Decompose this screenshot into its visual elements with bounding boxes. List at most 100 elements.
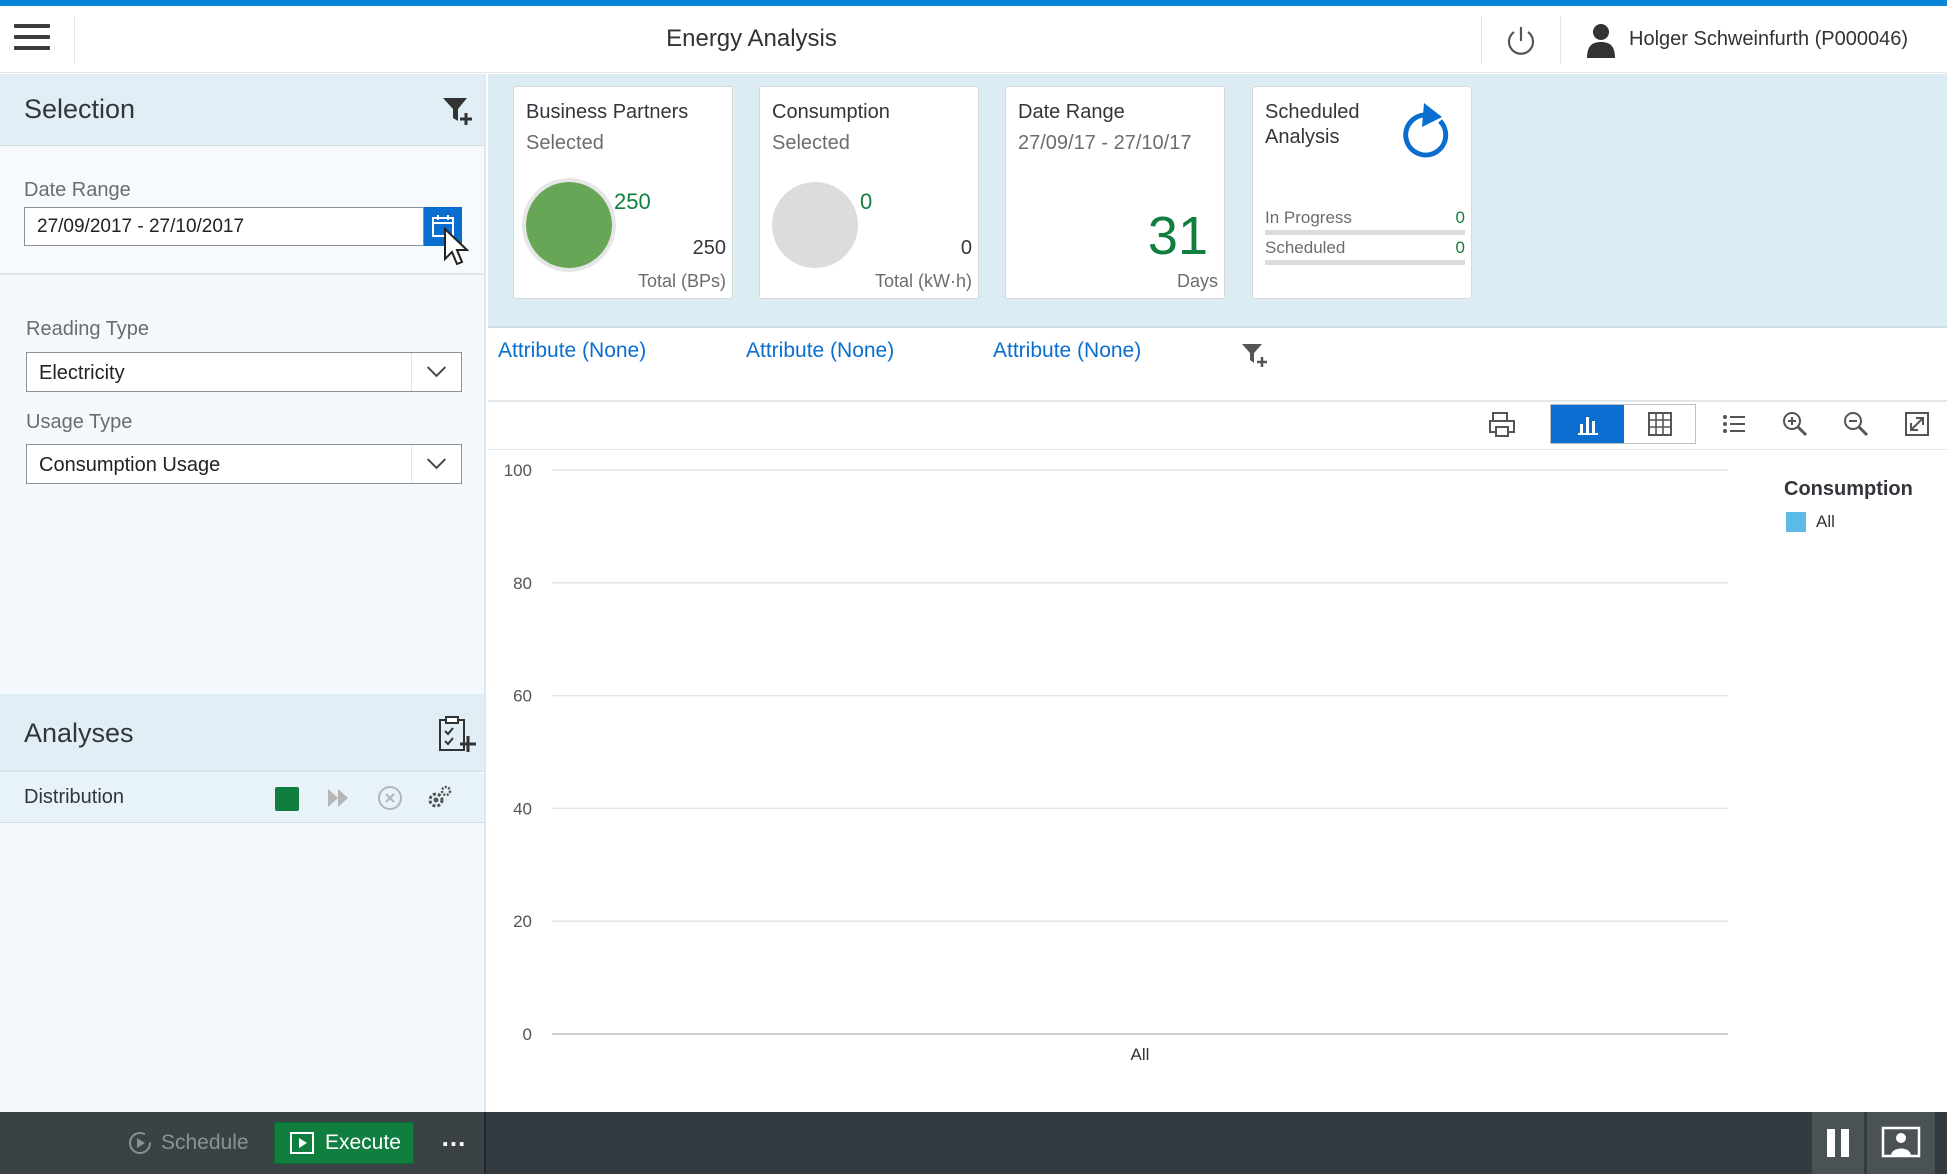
print-button[interactable] [1478,404,1526,444]
analysis-item[interactable]: Distribution [0,773,484,823]
zoom-out-button[interactable] [1832,404,1880,444]
presenter-icon [1881,1126,1921,1158]
y-tick-label: 0 [523,1025,532,1044]
left-panel: Selection Date Range 27/09/2017 - 27/10/… [0,74,486,1112]
date-range-label: Date Range [24,179,131,201]
analyses-title: Analyses [24,718,134,748]
add-filter-icon[interactable] [441,94,475,128]
attribute-link-1[interactable]: Attribute (None) [498,339,646,363]
footer-toolbar: Schedule Execute ... [0,1112,1947,1174]
execute-play-icon [290,1132,314,1154]
execute-button[interactable]: Execute [274,1122,414,1164]
y-tick-label: 100 [504,461,532,480]
zoom-in-icon [1783,412,1808,437]
attribute-link-3[interactable]: Attribute (None) [993,339,1141,363]
user-name[interactable]: Holger Schweinfurth (P000046) [1629,28,1908,51]
bar-chart: 0 20 40 60 80 100 All [504,461,1728,1064]
usage-type-label: Usage Type [26,411,133,433]
total-value: 0 [960,237,972,259]
zoom-in-button[interactable] [1771,404,1819,444]
in-progress-row: In Progress 0 [1265,208,1465,235]
bar-chart-view-button[interactable] [1551,405,1624,443]
table-icon [1647,412,1672,436]
shell-bar: Energy Analysis Holger Schweinfurth (P00… [0,6,1947,73]
legend-item[interactable]: All [1786,512,1835,532]
usage-type-select[interactable]: Consumption Usage [26,444,462,484]
legend-toggle-button[interactable] [1710,404,1758,444]
tile-title: Scheduled Analysis [1265,100,1360,150]
tile-footer: Days [1176,271,1218,291]
selected-value: 0 [860,189,873,214]
scheduled-label: Scheduled [1265,238,1346,257]
in-progress-count: 0 [1455,208,1465,227]
legend-title: Consumption [1784,478,1913,500]
usage-type-value: Consumption Usage [39,454,221,476]
schedule-play-icon [129,1132,151,1154]
attribute-bar: Attribute (None) Attribute (None) Attrib… [488,330,1947,402]
legend-swatch [1786,512,1806,532]
y-tick-label: 20 [513,912,532,931]
zoom-out-icon [1844,412,1869,437]
shell-separator [1560,16,1561,64]
chart-toolbar [488,404,1947,450]
pause-icon [1827,1129,1849,1157]
chevron-down-icon [411,445,447,483]
date-range-input[interactable]: 27/09/2017 - 27/10/2017 [24,207,424,246]
analysis-name: Distribution [24,786,125,808]
chart-area: 0 20 40 60 80 100 All Consumption All [488,452,1947,1112]
reading-type-value: Electricity [39,362,125,384]
reading-type-select[interactable]: Electricity [26,352,462,392]
pause-button[interactable] [1812,1112,1864,1174]
date-range-block: Date Range 27/09/2017 - 27/10/2017 [0,147,484,275]
chart-view-toggle [1550,404,1696,444]
business-partners-tile[interactable]: Business Partners Selected 250 250 Total… [513,86,733,299]
power-icon[interactable] [1504,24,1538,58]
tile-subtitle: 27/09/17 - 27/10/17 [1018,132,1192,154]
total-value: 250 [692,237,726,259]
more-options-button[interactable]: ... [436,1122,472,1162]
fast-forward-icon[interactable] [325,784,353,812]
attribute-link-2[interactable]: Attribute (None) [746,339,894,363]
bar-chart-icon [1577,417,1598,435]
user-icon [1587,24,1615,58]
fullscreen-icon [1905,412,1929,436]
in-progress-label: In Progress [1265,208,1352,227]
print-icon [1489,412,1515,437]
scheduled-analysis-tile[interactable]: Scheduled Analysis In Progress 0 Schedul… [1252,86,1472,299]
chevron-down-icon [411,353,447,391]
tile-title: Business Partners [526,101,689,123]
settings-gears-icon[interactable] [425,784,453,812]
consumption-donut [772,182,858,268]
table-view-button[interactable] [1624,405,1695,443]
execute-label: Execute [325,1131,401,1154]
business-partners-donut [526,182,612,268]
schedule-button[interactable]: Schedule [127,1124,249,1162]
analyses-header: Analyses [0,694,484,772]
tile-title: Consumption [772,101,890,123]
mouse-cursor-icon [444,227,469,266]
shell-separator [1481,16,1482,64]
tile-title: Date Range [1018,101,1125,123]
kpi-tile-strip: Business Partners Selected 250 250 Total… [488,74,1947,328]
tile-subtitle: Selected [526,132,604,154]
add-filter-icon[interactable] [1240,340,1270,370]
cancel-circle-icon[interactable] [376,784,404,812]
consumption-tile[interactable]: Consumption Selected 0 0 Total (kW·h) [759,86,979,299]
schedule-label: Schedule [161,1131,249,1154]
tile-footer: Total (BPs) [637,271,726,291]
date-range-tile[interactable]: Date Range 27/09/17 - 27/10/17 31 Days [1005,86,1225,299]
selection-title: Selection [24,94,136,124]
presenter-button[interactable] [1867,1112,1935,1174]
scheduled-bar [1265,260,1465,265]
fullscreen-button[interactable] [1893,404,1941,444]
add-analysis-icon[interactable] [437,714,477,754]
days-count: 31 [1147,206,1208,266]
y-tick-label: 40 [513,799,532,818]
reading-type-label: Reading Type [26,318,150,340]
y-tick-label: 80 [513,574,532,593]
status-indicator-icon [275,787,299,811]
y-tick-label: 60 [513,687,532,706]
app-window: Energy Analysis Holger Schweinfurth (P00… [0,0,1947,1174]
app-title: Energy Analysis [666,25,837,52]
x-tick-label: All [1131,1045,1150,1064]
